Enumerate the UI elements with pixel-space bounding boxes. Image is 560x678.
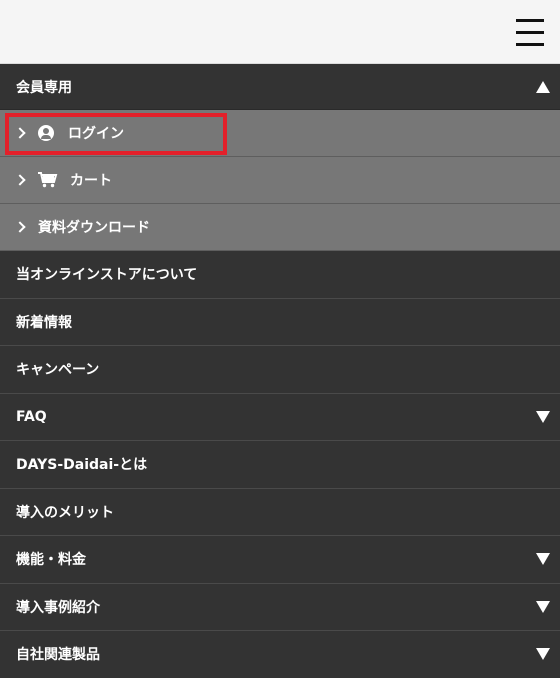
nav-item-label: 機能・料金 xyxy=(16,552,86,569)
cart-label: カート xyxy=(70,173,112,189)
caret-up-icon xyxy=(536,80,550,93)
hamburger-line xyxy=(516,19,544,22)
download-menu-item[interactable]: 資料ダウンロード xyxy=(0,204,560,251)
login-label: ログイン xyxy=(68,126,124,142)
cart-icon xyxy=(38,172,58,188)
nav-item-campaign[interactable]: キャンペーン xyxy=(0,346,560,394)
nav-item-features-pricing[interactable]: 機能・料金 xyxy=(0,536,560,584)
login-menu-item[interactable]: ログイン xyxy=(0,110,560,157)
hamburger-icon[interactable] xyxy=(516,19,544,47)
nav-item-faq[interactable]: FAQ xyxy=(0,393,560,441)
caret-down-icon[interactable] xyxy=(536,648,550,661)
nav-item-news[interactable]: 新着情報 xyxy=(0,298,560,346)
nav-item-label: FAQ xyxy=(16,408,47,425)
nav-item-related-products[interactable]: 自社関連製品 xyxy=(0,631,560,678)
hamburger-line xyxy=(516,43,544,46)
caret-down-icon[interactable] xyxy=(536,553,550,566)
members-section-header[interactable]: 会員専用 xyxy=(0,64,560,110)
chevron-right-icon xyxy=(14,221,26,233)
top-bar xyxy=(0,0,560,64)
nav-item-label: 当オンラインストアについて xyxy=(16,267,198,284)
nav-item-about-days[interactable]: DAYS-Daidai-とは xyxy=(0,441,560,489)
caret-down-icon[interactable] xyxy=(536,600,550,613)
cart-menu-item[interactable]: カート xyxy=(0,157,560,204)
nav-item-label: キャンペーン xyxy=(16,362,100,379)
nav-item-label: 導入のメリット xyxy=(16,504,114,521)
download-label: 資料ダウンロード xyxy=(38,220,150,236)
members-section-label: 会員専用 xyxy=(16,79,72,96)
hamburger-line xyxy=(516,31,544,34)
nav-item-benefits[interactable]: 導入のメリット xyxy=(0,488,560,536)
caret-down-icon[interactable] xyxy=(536,410,550,423)
nav-item-label: 導入事例紹介 xyxy=(16,599,100,616)
nav-item-label: 新着情報 xyxy=(16,314,72,331)
nav-item-label: 自社関連製品 xyxy=(16,647,100,664)
nav-menu: 会員専用 ログイン カート 資料ダウンロード 当オンラインストアについて 新着情… xyxy=(0,64,560,678)
chevron-right-icon xyxy=(14,174,26,186)
nav-item-about-store[interactable]: 当オンラインストアについて xyxy=(0,251,560,299)
chevron-right-icon xyxy=(14,127,26,139)
nav-item-label: DAYS-Daidai-とは xyxy=(16,457,148,474)
nav-item-case-studies[interactable]: 導入事例紹介 xyxy=(0,583,560,631)
user-circle-icon xyxy=(38,125,54,141)
